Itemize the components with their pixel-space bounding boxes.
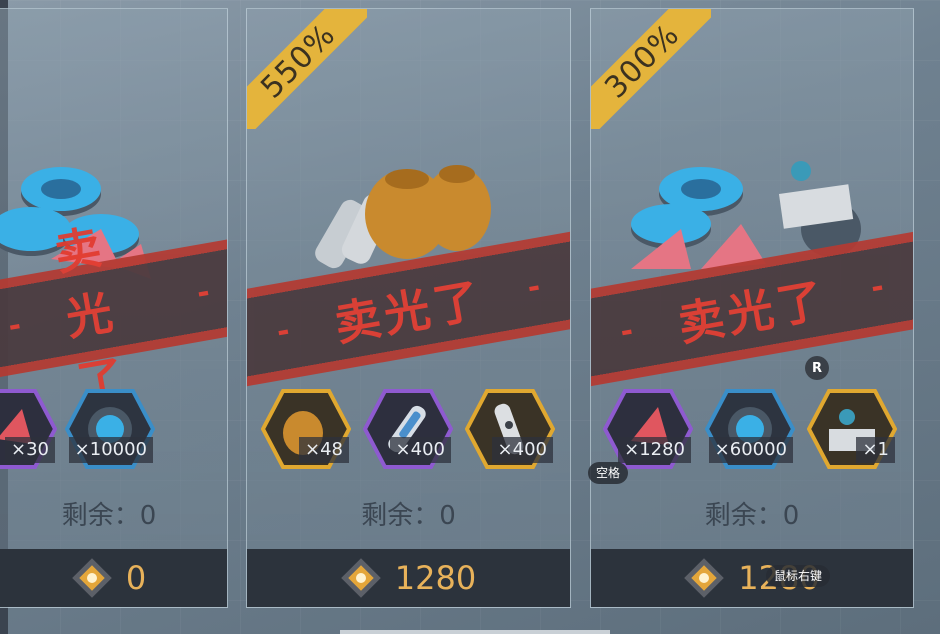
item-quantity: ×1280 [618, 437, 691, 463]
item-quantity: ×60000 [708, 437, 793, 463]
sold-out-label: 卖光了 [673, 272, 832, 352]
item-quantity: ×400 [491, 437, 553, 463]
chip-token-icon [684, 558, 725, 598]
banner-dash: - [868, 268, 887, 306]
price-value: 0 [125, 559, 147, 597]
item-quantity: ×400 [389, 437, 451, 463]
price-button[interactable]: 0 [0, 549, 227, 607]
reward-item[interactable]: ×1280 [603, 389, 693, 469]
bonus-ribbon: 300% [591, 9, 711, 129]
reward-item[interactable]: ×60000 [705, 389, 795, 469]
banner-dash: - [194, 274, 213, 311]
chip-token-icon [340, 558, 381, 598]
r-key-hint: R [805, 356, 829, 380]
item-quantity: ×48 [299, 437, 349, 463]
banner-dash: - [617, 312, 636, 350]
item-quantity: ×30 [5, 437, 55, 463]
reward-item[interactable]: ×400 [363, 389, 453, 469]
item-row: ×48 ×400 ×400 [247, 389, 570, 479]
banner-dash: - [5, 307, 24, 344]
reward-item[interactable]: ×48 [261, 389, 351, 469]
reward-item[interactable]: ×1 [807, 389, 897, 469]
banner-dash: - [274, 312, 293, 350]
reward-item[interactable]: ×10000 [65, 389, 155, 469]
space-key-hint: 空格 [588, 462, 629, 484]
pack-card-3[interactable]: 300% - 卖光了 - ×1280 ×60000 ×1 剩余：0 [590, 8, 914, 608]
bonus-ribbon: 550% [247, 9, 367, 129]
banner-dash: - [524, 268, 543, 306]
reward-item[interactable]: ×30 [0, 389, 57, 469]
item-row: ×30 ×10000 [0, 389, 227, 479]
bonus-percent: 550% [253, 16, 343, 106]
price-button[interactable]: 1280 [591, 549, 913, 607]
sold-out-label: 卖光了 [330, 272, 488, 352]
remaining-count: 剩余：0 [704, 501, 800, 531]
price-value: 1280 [394, 559, 477, 597]
scroll-indicator [340, 630, 610, 634]
price-button[interactable]: 1280 [247, 549, 570, 607]
right-click-hint: 鼠标右键 [766, 565, 831, 587]
bonus-percent: 300% [597, 16, 687, 106]
item-row: ×1280 ×60000 ×1 [591, 389, 913, 479]
item-quantity: ×10000 [68, 437, 153, 463]
remaining-count: 剩余：0 [61, 501, 157, 531]
remaining-count: 剩余：0 [361, 501, 456, 531]
item-quantity: ×1 [856, 437, 895, 463]
reward-item[interactable]: ×400 [465, 389, 555, 469]
pack-card-1[interactable]: - 卖光了 - ×30 ×10000 剩余：0 0 [0, 8, 228, 608]
pack-card-2[interactable]: 550% - 卖光了 - ×48 ×400 ×400 剩余：0 1280 [246, 8, 571, 608]
chip-token-icon [72, 558, 112, 598]
